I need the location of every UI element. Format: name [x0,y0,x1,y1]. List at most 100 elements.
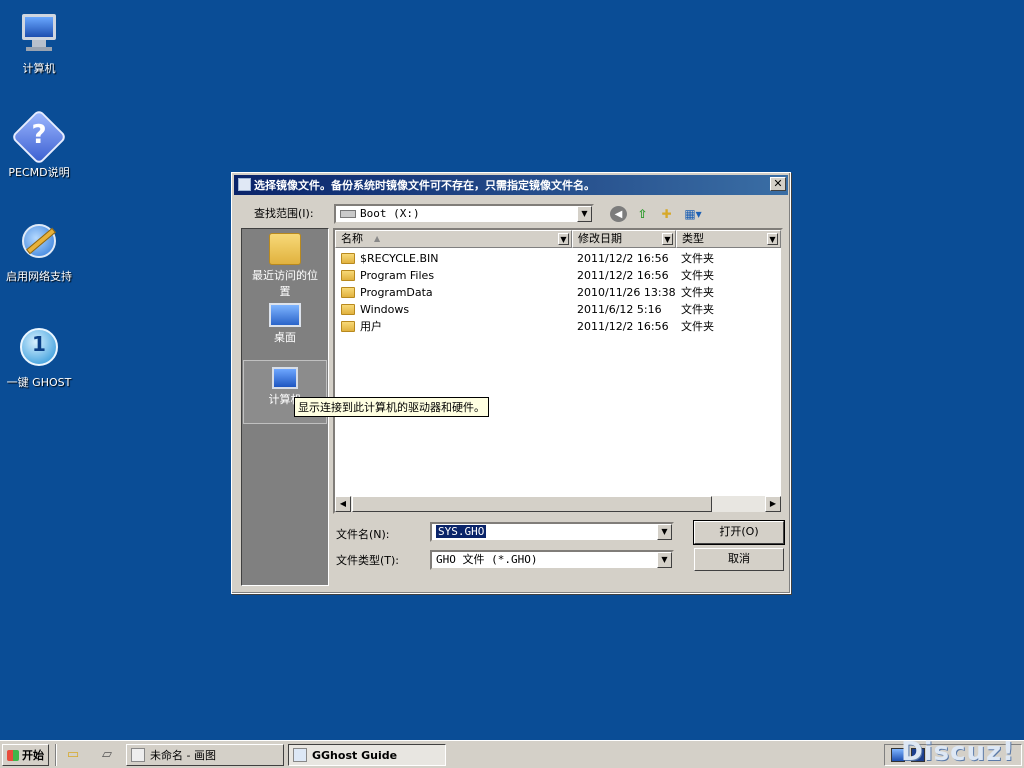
dialog-title: 选择镜像文件。备份系统时镜像文件可不存在，只需指定镜像文件名。 [254,179,595,192]
desktop-icon-label: 启用网络支持 [6,270,72,283]
file-name: Windows [360,303,410,316]
cancel-button[interactable]: 取消 [694,548,784,571]
file-list[interactable]: 名称 ▲ ▼ 修改日期 ▼ 类型 ▼ $RECYCLE.BIN 2011/12/… [333,228,783,514]
folder-icon [341,321,355,332]
task-label: 未命名 - 画图 [150,749,216,762]
network-tools-icon [16,218,62,264]
up-folder-icon[interactable]: ⇧ [634,206,651,222]
file-row[interactable]: ProgramData 2010/11/26 13:38 文件夹 [335,284,768,301]
file-type: 文件夹 [681,320,714,333]
lookin-label: 查找范围(I): [254,207,314,220]
file-type: 文件夹 [681,303,714,316]
task-button-gghost[interactable]: GGhost Guide [288,744,446,766]
file-type: 文件夹 [681,286,714,299]
explorer-quicklaunch-icon[interactable]: ▭ [64,747,82,763]
file-name: ProgramData [360,286,433,299]
file-rows: $RECYCLE.BIN 2011/12/2 16:56 文件夹 Program… [335,250,768,335]
chevron-down-icon[interactable]: ▼ [657,552,672,568]
desktop-icon-label: 计算机 [22,62,56,75]
taskbar: 开始 ▭ ▱ 未命名 - 画图 GGhost Guide Discuz! [0,737,1024,768]
folder-icon [341,270,355,281]
windows-logo-icon [7,749,19,761]
dialog-app-icon [238,178,251,191]
open-button[interactable]: 打开(O) [694,521,784,544]
file-type: 文件夹 [681,269,714,282]
chevron-down-icon[interactable]: ▼ [767,233,778,245]
place-label: 最近访问的位置 [252,269,318,298]
system-tray: Discuz! [884,737,1022,767]
computer-tooltip: 显示连接到此计算机的驱动器和硬件。 [294,397,489,417]
desktop-icon-ghost[interactable]: 1 一键 GHOST [0,324,78,390]
column-header-name[interactable]: 名称 ▲ ▼ [335,230,572,248]
help-icon: ? [10,108,68,166]
column-label: 修改日期 [578,232,622,245]
paint-icon [131,748,145,762]
folder-icon [341,304,355,315]
desktop-icon-pecmd-help[interactable]: ? PECMD说明 [0,108,78,180]
file-date: 2011/12/2 16:56 [577,269,669,282]
desktop-icon-network[interactable]: 启用网络支持 [0,218,78,284]
computer-icon [16,10,62,56]
column-label: 类型 [682,232,704,245]
scroll-left-icon[interactable]: ◀ [335,496,351,512]
gghost-icon [293,748,307,762]
desktop-icon-label: PECMD说明 [8,166,70,179]
column-header-type[interactable]: 类型 ▼ [676,230,781,248]
file-type: 文件夹 [681,252,714,265]
file-date: 2011/6/12 5:16 [577,303,662,316]
file-name: Program Files [360,269,435,282]
lookin-value: Boot (X:) [360,207,420,220]
filename-field[interactable]: SYS.GHO ▼ [430,522,674,542]
file-name: 用户 [360,320,382,333]
file-row[interactable]: 用户 2011/12/2 16:56 文件夹 [335,318,768,335]
view-menu-icon[interactable]: ▦▾ [682,206,704,222]
scrollbar-thumb[interactable] [352,496,712,512]
start-button[interactable]: 开始 [2,744,49,766]
discuz-watermark: Discuz! [901,737,1015,767]
chevron-down-icon[interactable]: ▼ [662,233,673,245]
chevron-down-icon[interactable]: ▼ [657,524,672,540]
drive-quicklaunch-icon[interactable]: ▱ [98,747,116,763]
file-name: $RECYCLE.BIN [360,252,439,265]
file-row[interactable]: Windows 2011/6/12 5:16 文件夹 [335,301,768,318]
lookin-dropdown[interactable]: Boot (X:) ▼ [334,204,594,224]
dialog-titlebar[interactable]: 选择镜像文件。备份系统时镜像文件可不存在，只需指定镜像文件名。 ✕ [234,175,788,195]
chevron-down-icon[interactable]: ▼ [577,206,592,222]
filename-label: 文件名(N): [336,528,390,541]
filetype-value: GHO 文件 (*.GHO) [436,553,538,566]
horizontal-scrollbar[interactable]: ◀ ▶ [335,496,781,512]
desktop-icon [269,303,301,327]
file-row[interactable]: Program Files 2011/12/2 16:56 文件夹 [335,267,768,284]
task-button-paint[interactable]: 未命名 - 画图 [126,744,284,766]
place-label: 桌面 [274,331,296,344]
folder-icon [269,233,301,265]
chevron-down-icon[interactable]: ▼ [558,233,569,245]
place-desktop[interactable]: 桌面 [243,303,327,345]
file-date: 2011/12/2 16:56 [577,320,669,333]
folder-icon [341,287,355,298]
scroll-right-icon[interactable]: ▶ [765,496,781,512]
file-row[interactable]: $RECYCLE.BIN 2011/12/2 16:56 文件夹 [335,250,768,267]
folder-icon [341,253,355,264]
file-date: 2010/11/26 13:38 [577,286,676,299]
file-list-header: 名称 ▲ ▼ 修改日期 ▼ 类型 ▼ [335,230,781,248]
ghost-icon: 1 [16,324,62,370]
column-header-date[interactable]: 修改日期 ▼ [572,230,676,248]
column-label: 名称 [341,232,363,245]
filename-value: SYS.GHO [436,525,487,538]
new-folder-icon[interactable]: ✚ [658,206,675,222]
back-icon[interactable]: ◀ [610,206,627,222]
dialog-toolbar: ◀ ⇧ ✚ ▦▾ [610,206,704,222]
place-recent[interactable]: 最近访问的位置 [243,233,327,299]
task-label: GGhost Guide [312,748,398,762]
drive-icon [340,210,356,218]
computer-icon [272,367,298,389]
file-date: 2011/12/2 16:56 [577,252,669,265]
filetype-select[interactable]: GHO 文件 (*.GHO) ▼ [430,550,674,570]
filetype-label: 文件类型(T): [336,554,400,567]
start-label: 开始 [22,749,44,762]
sort-ascending-icon: ▲ [374,234,381,243]
desktop-icon-computer[interactable]: 计算机 [0,10,78,76]
open-file-dialog: 选择镜像文件。备份系统时镜像文件可不存在，只需指定镜像文件名。 ✕ 查找范围(I… [231,172,791,594]
close-button[interactable]: ✕ [770,177,786,191]
